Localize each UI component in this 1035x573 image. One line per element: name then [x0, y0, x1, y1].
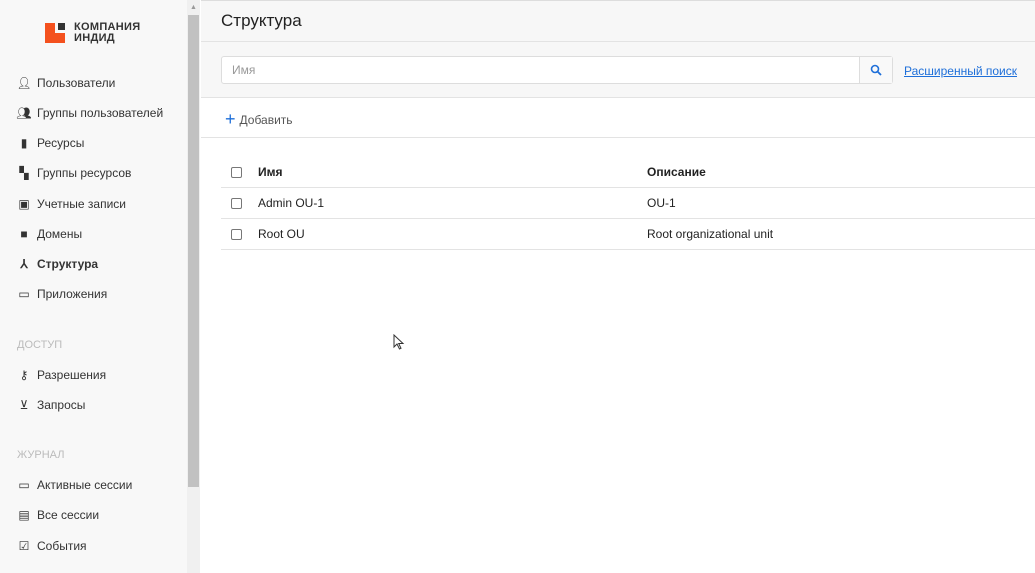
cell-name[interactable]: Admin OU-1 [258, 196, 324, 210]
server-icon: ▮ [20, 136, 28, 150]
advanced-search-link[interactable]: Расширенный поиск [904, 64, 1017, 78]
table-header: Имя Описание [221, 157, 1035, 188]
section-title-access: ДОСТУП [17, 339, 63, 351]
search-input[interactable] [232, 63, 832, 77]
divider [201, 97, 1035, 98]
divider [201, 137, 1035, 138]
sidebar-item-domains[interactable]: ■ Домены [17, 227, 82, 241]
search-button[interactable] [859, 57, 892, 83]
sidebar-item-active-sessions[interactable]: ▭ Активные сессии [17, 478, 132, 492]
logo-mark-icon [45, 23, 65, 43]
document-search-icon: ▤ [18, 508, 30, 522]
sidebar-item-label: Группы пользователей [37, 106, 164, 120]
sidebar-item-permissions[interactable]: ⚷ Разрешения [17, 368, 107, 382]
column-header-name[interactable]: Имя [258, 165, 283, 179]
inbox-download-icon: ⊻ [19, 398, 29, 412]
cell-description: Root organizational unit [647, 227, 774, 241]
sidebar-scrollbar[interactable]: ▲ [187, 0, 200, 573]
sidebar-item-label: Все сессии [37, 508, 100, 522]
page-header: Структура Расширенный поиск [201, 0, 1035, 97]
monitor-icon: ▭ [18, 478, 30, 492]
row-checkbox[interactable] [231, 228, 242, 240]
server-group-icon: ▚ [19, 166, 29, 180]
search-box [221, 56, 893, 84]
sidebar-item-label: Группы ресурсов [37, 166, 132, 180]
search-icon [870, 64, 882, 76]
sidebar-item-requests[interactable]: ⊻ Запросы [17, 398, 86, 412]
sidebar: КОМПАНИЯ ИНДИД 👤︎ Пользователи 👥︎ Группы по… [0, 0, 187, 573]
scrollbar-thumb[interactable] [188, 15, 199, 487]
sidebar-item-users[interactable]: 👤︎ Пользователи [16, 76, 116, 90]
sidebar-item-label: События [37, 539, 87, 553]
sidebar-item-label: Учетные записи [37, 197, 126, 211]
sidebar-item-applications[interactable]: ▭ Приложения [17, 287, 107, 301]
key-list-icon: ⚷ [19, 368, 29, 382]
column-header-description[interactable]: Описание [647, 165, 706, 179]
table-row[interactable]: Root OU Root organizational unit [221, 219, 1035, 250]
add-label: Добавить [239, 112, 293, 127]
folder-user-icon: ■ [20, 227, 28, 241]
sidebar-item-label: Ресурсы [37, 136, 85, 150]
select-all-checkbox[interactable] [231, 166, 242, 178]
app-monitor-icon: ▭ [18, 287, 30, 301]
user-icon: 👤︎ [16, 76, 32, 90]
add-button[interactable]: + Добавить [225, 109, 293, 130]
sidebar-item-label: Приложения [37, 287, 108, 301]
row-checkbox[interactable] [231, 197, 242, 209]
plus-icon: + [225, 109, 236, 129]
cell-description: OU-1 [647, 196, 676, 210]
hierarchy-icon: ⅄ [20, 257, 28, 271]
page-title: Структура [221, 11, 302, 30]
sidebar-item-resources[interactable]: ▮ Ресурсы [17, 136, 85, 150]
account-badge-icon: ▣ [18, 197, 30, 211]
calendar-check-icon: ☑ [18, 539, 30, 553]
sidebar-item-label: Разрешения [37, 368, 107, 382]
sidebar-item-events[interactable]: ☑ События [17, 539, 87, 553]
table-row[interactable]: Admin OU-1 OU-1 [221, 188, 1035, 219]
mouse-cursor-icon [393, 334, 405, 350]
sidebar-item-resource-groups[interactable]: ▚ Группы ресурсов [17, 166, 131, 180]
divider [201, 41, 1035, 42]
section-title-journal: ЖУРНАЛ [17, 449, 65, 461]
scroll-up-icon[interactable]: ▲ [190, 4, 197, 11]
company-logo[interactable]: КОМПАНИЯ ИНДИД [45, 22, 140, 44]
sidebar-item-label: Запросы [37, 398, 86, 412]
logo-line-2: ИНДИД [74, 32, 115, 44]
sidebar-item-all-sessions[interactable]: ▤ Все сессии [17, 508, 99, 522]
sidebar-item-label: Активные сессии [37, 478, 133, 492]
sidebar-item-label: Структура [37, 257, 99, 271]
sidebar-item-user-groups[interactable]: 👥︎ Группы пользователей [16, 106, 164, 120]
cell-name[interactable]: Root OU [258, 227, 305, 241]
sidebar-item-structure[interactable]: ⅄ Структура [17, 257, 98, 271]
sidebar-item-label: Домены [37, 227, 83, 241]
main-content: Структура Расширенный поиск +Добавить Им… [201, 0, 1035, 573]
sidebar-item-accounts[interactable]: ▣ Учетные записи [17, 197, 126, 211]
sidebar-item-label: Пользователи [37, 76, 116, 90]
users-icon: 👥︎ [16, 106, 32, 120]
